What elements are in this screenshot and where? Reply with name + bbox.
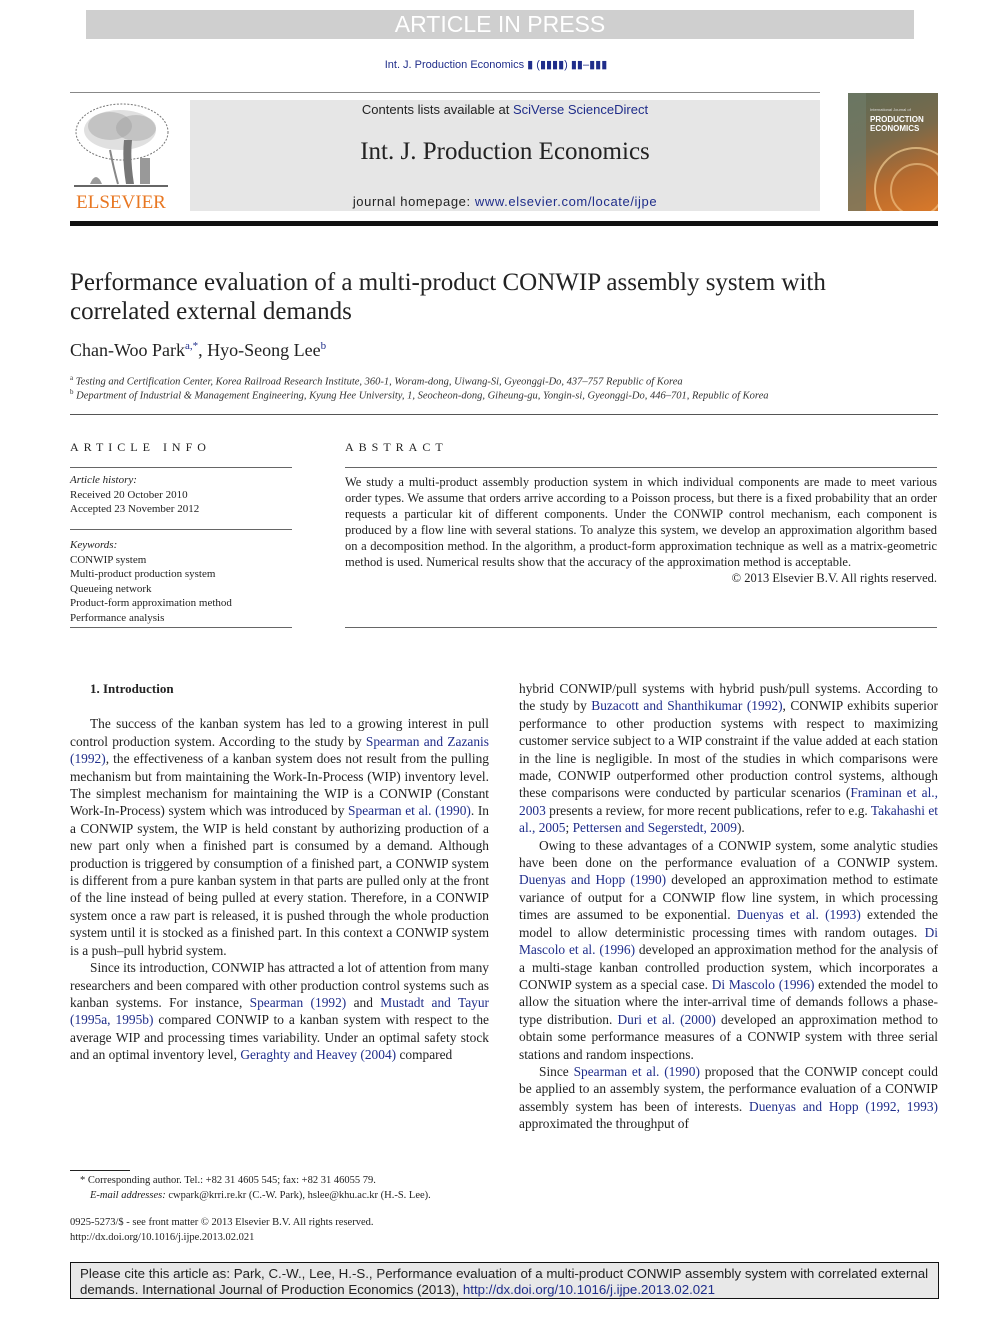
author-name: Hyo-Seong Lee (207, 340, 321, 360)
divider (345, 467, 937, 468)
citation-link[interactable]: Spearman et al. (1990) (574, 1064, 700, 1079)
abstract-text: We study a multi-product assembly produc… (345, 475, 937, 569)
affiliation-text: Department of Industrial & Management En… (76, 390, 769, 402)
body-column-right: hybrid CONWIP/pull systems with hybrid p… (519, 680, 938, 1133)
citation-link[interactable]: Duenyas and Hopp (1990) (519, 872, 666, 887)
text: compared (396, 1047, 453, 1063)
running-head: Int. J. Production Economics ▮ (▮▮▮▮) ▮▮… (384, 59, 608, 71)
divider (70, 627, 292, 628)
article-history: Article history: Received 20 October 201… (70, 473, 199, 517)
article-in-press-banner: ARTICLE IN PRESS (86, 10, 914, 39)
affiliation: b Department of Industrial & Management … (70, 388, 769, 402)
doi-link[interactable]: http://dx.doi.org/10.1016/j.ijpe.2013.02… (70, 1231, 373, 1246)
email-note: E-mail addresses: cwpark@krri.re.kr (C.-… (70, 1189, 500, 1204)
journal-masthead: Contents lists available at SciVerse Sci… (190, 100, 820, 211)
keyword: Multi-product production system (70, 568, 216, 580)
keyword: Performance analysis (70, 611, 165, 624)
masthead-thick-rule (70, 221, 938, 226)
citation-link[interactable]: Duenyas et al. (1993) (737, 907, 861, 922)
cover-subtitle: International Journal of (870, 107, 911, 112)
text: . In a CONWIP system, the WIP is held co… (70, 803, 489, 958)
body-column-left: 1. Introduction The success of the kanba… (70, 680, 489, 1064)
homepage-prefix: journal homepage: (352, 194, 475, 209)
author-marks[interactable]: a,* (185, 340, 198, 352)
article-title: Performance evaluation of a multi-produc… (70, 269, 826, 325)
keyword: Product-form approximation method (70, 597, 232, 609)
cover-title-line2: ECONOMICS (870, 124, 920, 133)
citation-link[interactable]: Geraghty and Heavey (2004) (240, 1047, 396, 1062)
divider (70, 467, 292, 468)
paragraph: Since Spearman et al. (1990) proposed th… (519, 1063, 938, 1133)
citation-link[interactable]: Duenyas and Hopp (1992, 1993) (749, 1099, 938, 1114)
cover-title-line1: PRODUCTION (870, 115, 924, 124)
text: and (346, 994, 381, 1010)
citation-doi-link[interactable]: http://dx.doi.org/10.1016/j.ijpe.2013.02… (463, 1282, 715, 1297)
abstract-body: We study a multi-product assembly produc… (345, 474, 937, 586)
citation-link[interactable]: Buzacott and Shanthikumar (1992) (591, 698, 782, 713)
elsevier-wordmark: ELSEVIER (76, 192, 166, 213)
paragraph: Since its introduction, CONWIP has attra… (70, 959, 489, 1063)
keywords-label: Keywords: (70, 539, 118, 551)
paragraph: Owing to these advantages of a CONWIP sy… (519, 837, 938, 1063)
divider (345, 627, 937, 628)
corresponding-author-note: * Corresponding author. Tel.: +82 31 460… (80, 1175, 376, 1186)
cover-title: PRODUCTION ECONOMICS (870, 115, 924, 133)
citation-link[interactable]: Pettersen and Segerstedt, 2009 (573, 820, 737, 835)
text: ; (565, 820, 573, 836)
cover-decoration (890, 163, 938, 211)
citation-link[interactable]: Di Mascolo (1996) (712, 977, 815, 992)
citation-box: Please cite this article as: Park, C.-W.… (70, 1262, 939, 1299)
received-date: Received 20 October 2010 (70, 488, 188, 501)
keyword: CONWIP system (70, 553, 147, 566)
author-marks[interactable]: b (321, 340, 327, 352)
text: Owing to these advantages of a CONWIP sy… (519, 837, 938, 871)
affiliation: a Testing and Certification Center, Kore… (70, 374, 683, 388)
sciencedirect-link[interactable]: SciVerse ScienceDirect (513, 102, 648, 117)
keyword: Queueing network (70, 582, 152, 595)
article-info-heading: ARTICLE INFO (70, 440, 211, 454)
front-matter: 0925-5273/$ - see front matter © 2013 El… (70, 1216, 373, 1245)
author-name: Chan-Woo Park (70, 340, 186, 360)
citation-link[interactable]: Duri et al. (2000) (617, 1012, 715, 1027)
author-list: Chan-Woo Parka,*, Hyo-Seong Leeb (70, 340, 327, 360)
email-label: E-mail addresses: (90, 1189, 166, 1201)
keywords: Keywords: CONWIP system Multi-product pr… (70, 538, 232, 625)
paragraph: hybrid CONWIP/pull systems with hybrid p… (519, 680, 938, 837)
homepage-link[interactable]: www.elsevier.com/locate/ijpe (475, 194, 657, 209)
section-heading: 1. Introduction (90, 681, 174, 696)
divider (70, 529, 292, 530)
history-label: Article history: (70, 474, 137, 486)
citation-link[interactable]: Spearman (1992) (250, 995, 347, 1010)
journal-title: Int. J. Production Economics (360, 138, 650, 165)
cover-strip (848, 93, 866, 211)
footnote-rule (70, 1170, 130, 1171)
journal-homepage: journal homepage: www.elsevier.com/locat… (190, 194, 820, 209)
text: approximated the throughput of (519, 1116, 689, 1132)
divider (70, 414, 938, 415)
header-rule (70, 92, 820, 93)
footnote: * Corresponding author. Tel.: +82 31 460… (70, 1174, 500, 1203)
abstract-copyright: © 2013 Elsevier B.V. All rights reserved… (731, 571, 937, 585)
issn-line: 0925-5273/$ - see front matter © 2013 El… (70, 1217, 374, 1228)
affiliation-mark: a (70, 374, 74, 382)
text: Since (539, 1063, 574, 1079)
affiliation-text: Testing and Certification Center, Korea … (75, 376, 683, 388)
citation-link[interactable]: Spearman et al. (1990) (348, 803, 471, 818)
accepted-date: Accepted 23 November 2012 (70, 503, 200, 515)
text: ). (736, 820, 745, 836)
email-addresses[interactable]: cwpark@krri.re.kr (C.-W. Park), hslee@kh… (166, 1190, 430, 1201)
contents-availability: Contents lists available at SciVerse Sci… (190, 102, 820, 117)
journal-cover-image: International Journal of PRODUCTION ECON… (848, 93, 938, 211)
paragraph: The success of the kanban system has led… (70, 715, 489, 959)
contents-prefix: Contents lists available at (361, 102, 513, 117)
affiliation-mark: b (70, 388, 74, 396)
text: presents a review, for more recent publi… (545, 802, 871, 818)
abstract-heading: ABSTRACT (345, 440, 448, 454)
